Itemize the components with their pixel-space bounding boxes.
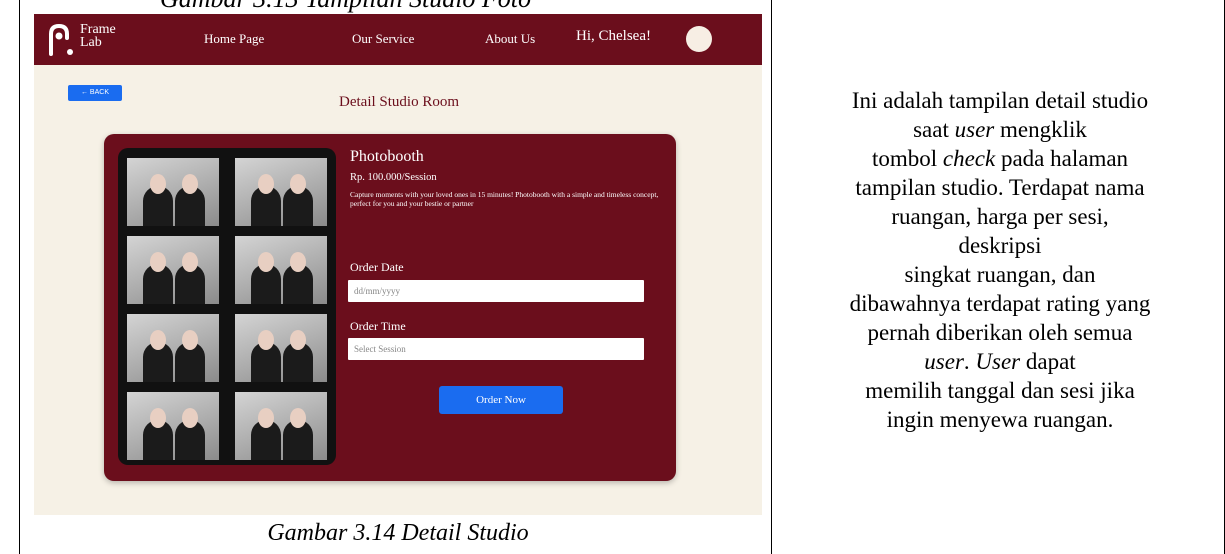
description-line: memilih tanggal dan sesi jika: [865, 378, 1135, 403]
photostrip-image: [118, 148, 336, 465]
table-border-left: [19, 0, 20, 554]
nav-home-link[interactable]: Home Page: [204, 31, 264, 47]
room-description: Capture moments with your loved ones in …: [350, 190, 659, 208]
brand-name[interactable]: Frame Lab: [80, 23, 116, 50]
description-line: user. User dapat: [924, 349, 1076, 374]
order-date-label: Order Date: [350, 260, 404, 274]
description-line: tombol check pada halaman: [871, 146, 1129, 171]
description-line: saat user mengklik: [913, 117, 1087, 142]
table-border-middle: [771, 0, 772, 554]
photo-frame: [235, 236, 327, 304]
photo-frame: [235, 314, 327, 382]
description-line: pernah diberikan oleh semua: [867, 320, 1133, 345]
description-line: dibawahnya terdapat rating yang: [849, 291, 1151, 316]
order-now-button[interactable]: Order Now: [439, 386, 563, 414]
description-line: deskripsi: [958, 233, 1042, 258]
order-time-label: Order Time: [350, 319, 406, 333]
previous-figure-caption: Gambar 3.13 Tampilan Studio Foto: [160, 0, 760, 14]
nav-service-link[interactable]: Our Service: [352, 31, 414, 47]
app-screenshot: Frame Lab Home Page Our Service About Us…: [34, 14, 762, 515]
studio-detail-card: Photobooth Rp. 100.000/Session Capture m…: [104, 134, 676, 481]
avatar[interactable]: [686, 26, 712, 52]
figure-caption: Gambar 3.14 Detail Studio: [267, 520, 529, 546]
photo-frame: [127, 158, 219, 226]
navbar: Frame Lab Home Page Our Service About Us…: [34, 14, 762, 65]
order-time-select[interactable]: Select Session: [348, 338, 644, 360]
document-frame: Gambar 3.13 Tampilan Studio Foto Frame L…: [0, 0, 1225, 554]
description-line: ingin menyewa ruangan.: [886, 407, 1114, 432]
description-line: singkat ruangan, dan: [904, 262, 1096, 287]
room-name: Photobooth: [350, 148, 424, 165]
brand-line-2: Lab: [80, 35, 102, 50]
figure-description: Ini adalah tampilan detail studio saat us…: [780, 86, 1220, 434]
user-greeting: Hi, Chelsea!: [576, 28, 651, 44]
photo-frame: [127, 392, 219, 460]
photo-frame: [127, 314, 219, 382]
order-date-input[interactable]: dd/mm/yyyy: [348, 280, 644, 302]
back-button[interactable]: ← BACK: [68, 85, 122, 101]
room-price: Rp. 100.000/Session: [350, 172, 437, 183]
photo-frame: [235, 392, 327, 460]
framelab-logo-icon: [49, 24, 73, 56]
photo-frame: [235, 158, 327, 226]
description-line: tampilan studio. Terdapat nama: [855, 175, 1145, 200]
page-title: Detail Studio Room: [339, 94, 459, 110]
nav-about-link[interactable]: About Us: [485, 31, 535, 47]
description-line: Ini adalah tampilan detail studio: [851, 88, 1149, 113]
photo-frame: [127, 236, 219, 304]
description-line: ruangan, harga per sesi,: [891, 204, 1109, 229]
